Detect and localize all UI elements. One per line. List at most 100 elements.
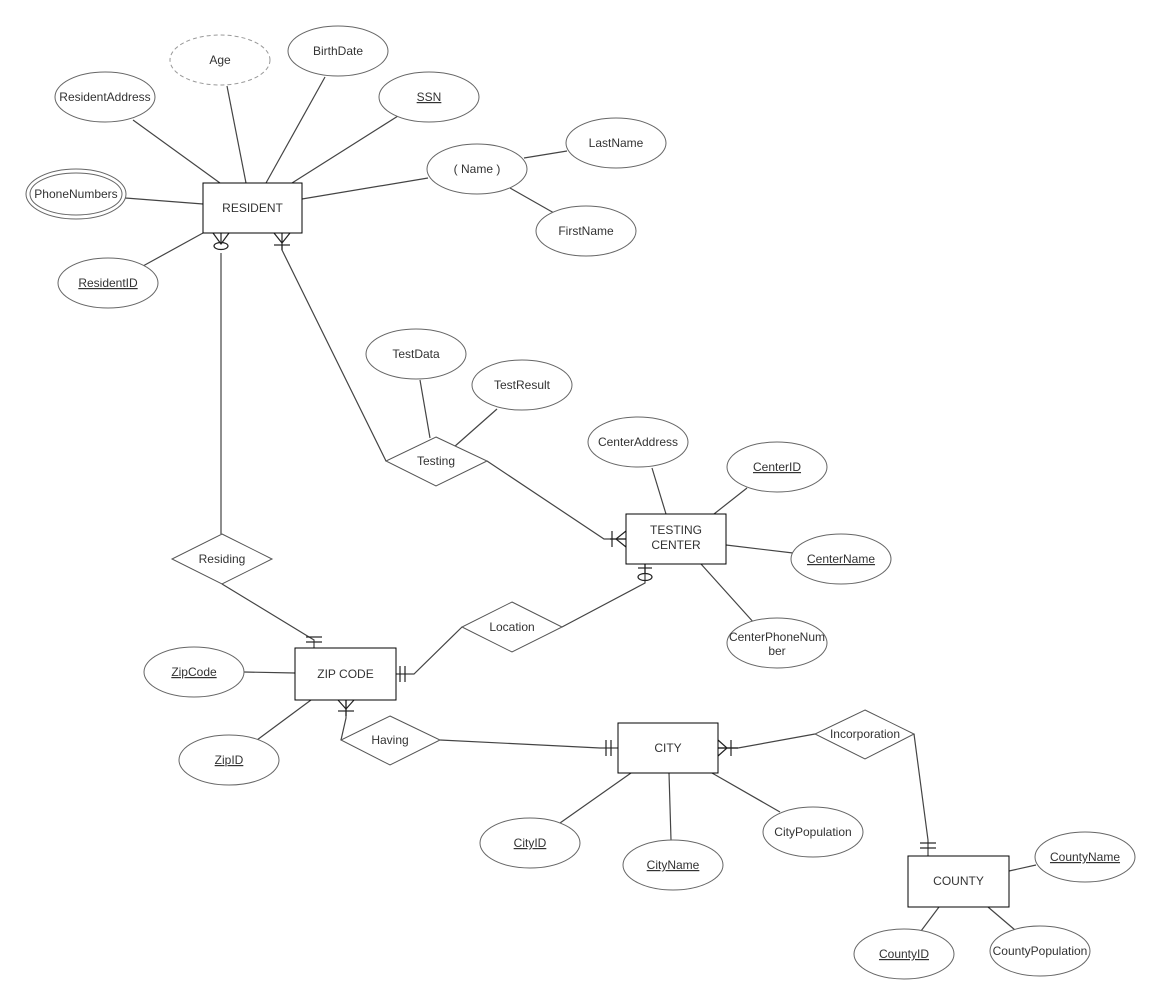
crowsfoot-one-marker-testingcenter xyxy=(610,530,627,548)
relationship-having[interactable]: Having xyxy=(339,715,442,766)
attribute-cityid-key[interactable]: CityID xyxy=(479,817,581,869)
attribute-residentid-label: ResidentID xyxy=(78,276,138,290)
line-countyid xyxy=(920,906,940,932)
attribute-residentid-key[interactable]: ResidentID xyxy=(57,257,159,309)
attribute-birthdate[interactable]: BirthDate xyxy=(287,25,389,77)
attribute-zipcode-label: ZipCode xyxy=(171,665,217,679)
crowsfoot-one-marker-zipcode-having xyxy=(337,699,355,716)
line-age xyxy=(226,85,247,184)
attribute-testresult[interactable]: TestResult xyxy=(471,359,573,411)
line-firstname xyxy=(509,187,555,214)
line-residentid xyxy=(142,232,204,267)
entity-county[interactable]: COUNTY xyxy=(907,855,1010,908)
line-citypopulation xyxy=(711,772,781,813)
line-centername xyxy=(725,544,794,554)
attribute-ssn-label: SSN xyxy=(417,90,442,104)
line-cityid xyxy=(559,772,632,824)
attribute-age-label: Age xyxy=(209,53,231,67)
attribute-centeraddress[interactable]: CenterAddress xyxy=(587,416,689,468)
line-centeraddress xyxy=(651,467,667,515)
er-diagram-canvas: RESIDENT TESTING CENTER ZIP CODE CITY CO… xyxy=(25,25,1136,980)
attribute-centername-key[interactable]: CenterName xyxy=(790,533,892,585)
attribute-phonenumbers-multivalued[interactable]: PhoneNumbers xyxy=(25,168,127,220)
attribute-zipid-key[interactable]: ZipID xyxy=(178,734,280,786)
attribute-countyname-key[interactable]: CountyName xyxy=(1034,831,1136,883)
attribute-age-derived[interactable]: Age xyxy=(169,34,271,86)
entity-resident[interactable]: RESIDENT xyxy=(202,182,303,234)
entity-testing-center[interactable]: TESTING CENTER xyxy=(625,513,727,565)
line-zipid xyxy=(256,699,312,741)
attribute-firstname-label: FirstName xyxy=(558,224,614,238)
line-testresult xyxy=(453,408,498,448)
line-centerid xyxy=(713,487,748,515)
attribute-citypopulation-label: CityPopulation xyxy=(774,825,851,839)
crowsfoot-one-marker-resident-testing xyxy=(273,232,291,250)
attribute-firstname[interactable]: FirstName xyxy=(535,205,637,257)
relationship-incorporation-label: Incorporation xyxy=(830,727,900,741)
line-countypopulation xyxy=(987,906,1016,931)
attribute-name-composite[interactable]: ( Name ) xyxy=(426,143,528,195)
line-lastname xyxy=(523,150,568,159)
attribute-centeraddress-label: CenterAddress xyxy=(598,435,678,449)
line-testdata xyxy=(419,379,431,439)
entity-city-label: CITY xyxy=(654,741,681,755)
attribute-zipcode-key[interactable]: ZipCode xyxy=(143,646,245,698)
attribute-ssn-key[interactable]: SSN xyxy=(378,71,480,123)
line-testing-testingcenter xyxy=(486,460,626,540)
relationship-location[interactable]: Location xyxy=(460,601,564,653)
attribute-residentaddress[interactable]: ResidentAddress xyxy=(54,71,156,123)
line-centerphonenumber xyxy=(700,563,756,625)
relationship-having-label: Having xyxy=(371,733,408,747)
attribute-cityid-label: CityID xyxy=(514,836,547,850)
relationship-testing[interactable]: Testing xyxy=(384,436,489,487)
attribute-lastname-label: LastName xyxy=(589,136,644,150)
attribute-cityname-label: CityName xyxy=(647,858,700,872)
line-having-city xyxy=(439,739,618,749)
entity-testing-center-label-line2: CENTER xyxy=(651,538,701,552)
attribute-countypopulation[interactable]: CountyPopulation xyxy=(989,925,1091,977)
attribute-cityname-key[interactable]: CityName xyxy=(622,839,724,891)
entity-zip-code-label: ZIP CODE xyxy=(317,667,373,681)
line-zipcode-attr xyxy=(243,671,296,674)
line-name xyxy=(301,177,429,200)
crowsfoot-one-marker-city-incorporation xyxy=(717,739,738,757)
attribute-lastname[interactable]: LastName xyxy=(565,117,667,169)
line-ssn xyxy=(291,115,399,184)
entity-testing-center-label-line1: TESTING xyxy=(650,523,702,537)
entity-resident-label: RESIDENT xyxy=(222,201,283,215)
relationship-location-label: Location xyxy=(489,620,534,634)
line-city-incorporation xyxy=(718,733,816,749)
line-countyname xyxy=(1008,864,1037,872)
attribute-centerphonenumber[interactable]: CenterPhoneNum ber xyxy=(726,617,828,669)
attribute-testresult-label: TestResult xyxy=(494,378,551,392)
attribute-countyid-label: CountyID xyxy=(879,947,929,961)
attribute-residentaddress-label: ResidentAddress xyxy=(59,90,150,104)
attribute-name-label: ( Name ) xyxy=(454,162,501,176)
line-residentaddress xyxy=(132,119,221,184)
attribute-countyname-label: CountyName xyxy=(1050,850,1120,864)
attribute-centername-label: CenterName xyxy=(807,552,875,566)
relationship-testing-label: Testing xyxy=(417,454,455,468)
entity-county-label: COUNTY xyxy=(933,874,984,888)
attribute-zipid-label: ZipID xyxy=(215,753,244,767)
line-residing-zipcode xyxy=(221,583,315,648)
attribute-centerid-label: CenterID xyxy=(753,460,801,474)
line-cityname xyxy=(668,772,672,841)
entity-zip-code[interactable]: ZIP CODE xyxy=(294,647,397,701)
attribute-centerid-key[interactable]: CenterID xyxy=(726,441,828,493)
relationship-residing[interactable]: Residing xyxy=(170,533,274,585)
attribute-testdata[interactable]: TestData xyxy=(365,328,467,380)
attribute-citypopulation[interactable]: CityPopulation xyxy=(762,806,864,858)
attribute-centerphonenumber-label-line2: ber xyxy=(768,644,785,658)
relationship-incorporation[interactable]: Incorporation xyxy=(813,709,916,760)
attribute-testdata-label: TestData xyxy=(392,347,440,361)
crowsfoot-zero-marker-resident-residing xyxy=(212,232,230,251)
line-phonenumbers xyxy=(124,197,204,205)
line-location-zipcode xyxy=(396,626,463,675)
attribute-countyid-key[interactable]: CountyID xyxy=(853,928,955,980)
attribute-phonenumbers-label: PhoneNumbers xyxy=(34,187,117,201)
attribute-centerphonenumber-label-line1: CenterPhoneNum xyxy=(729,630,825,644)
attribute-birthdate-label: BirthDate xyxy=(313,44,363,58)
attribute-countypopulation-label: CountyPopulation xyxy=(993,944,1088,958)
entity-city[interactable]: CITY xyxy=(617,722,719,774)
